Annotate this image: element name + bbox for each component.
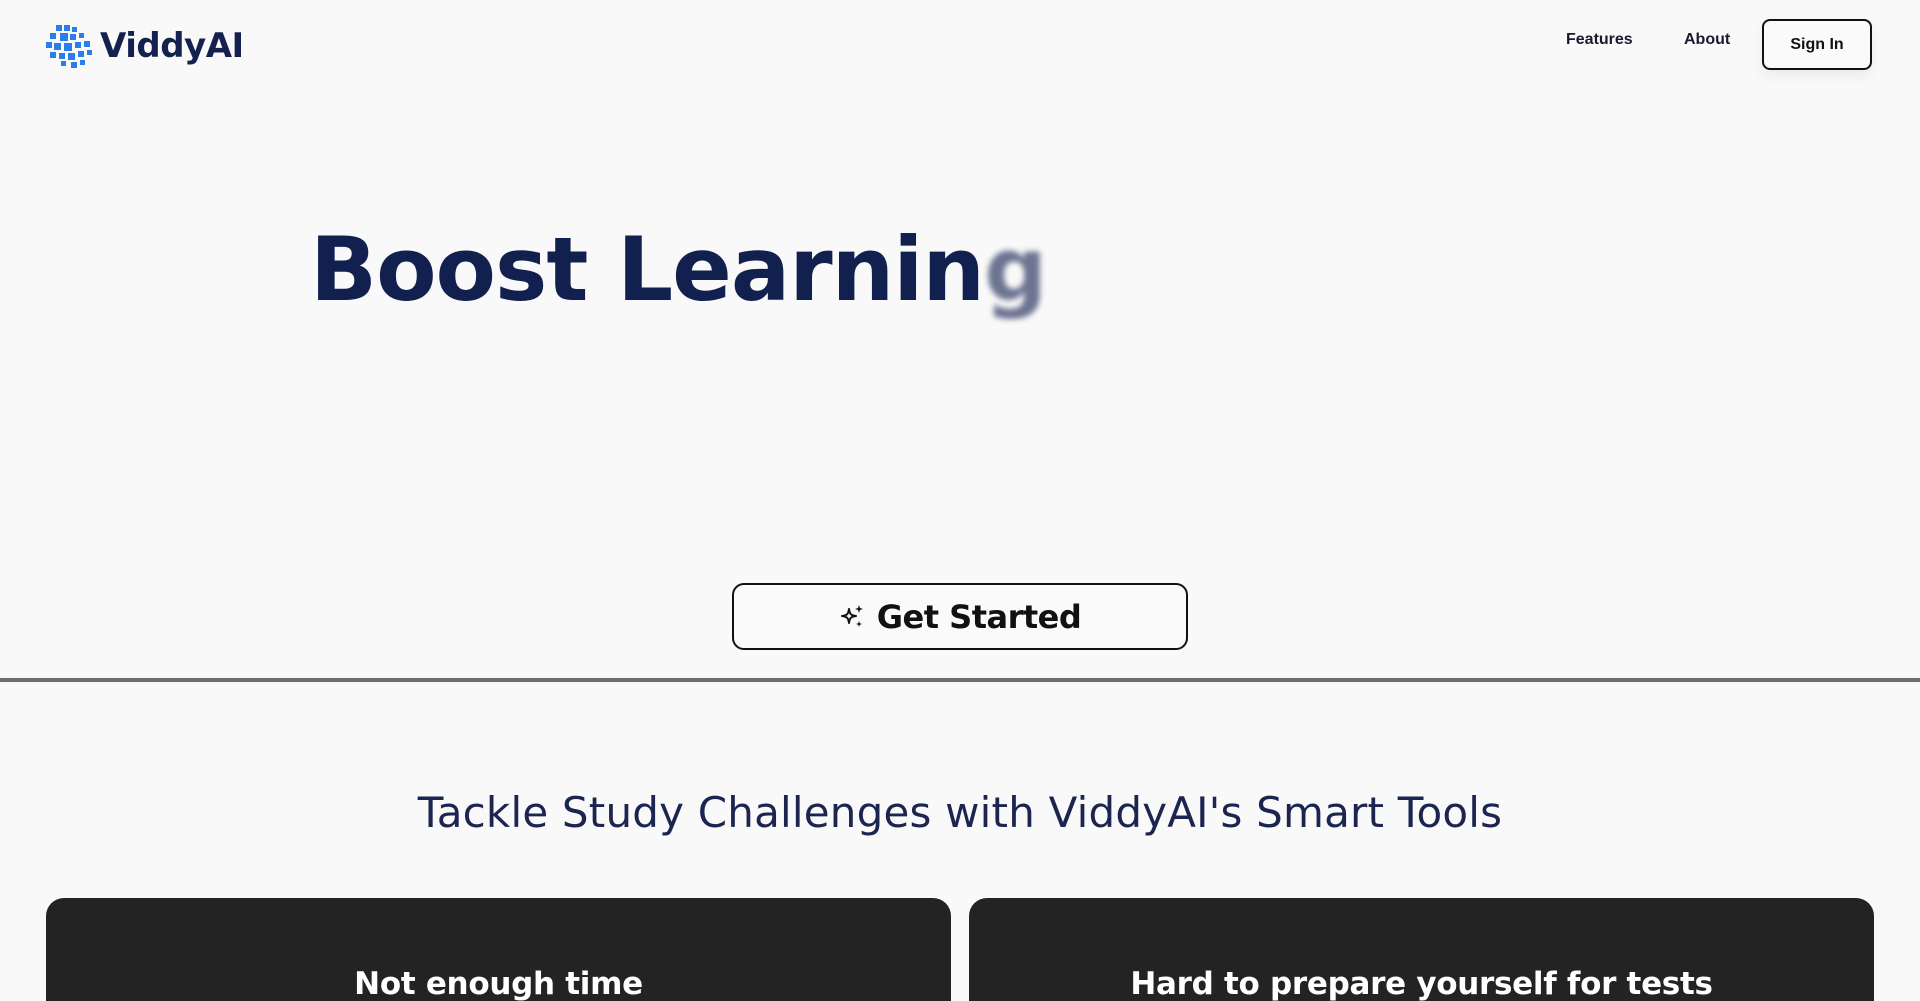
challenge-card-title: Not enough time: [354, 966, 643, 1001]
viddyai-logo-icon: [46, 25, 92, 68]
sparkles-icon: [840, 604, 863, 627]
brand-home-link[interactable]: ViddyAI: [46, 24, 244, 68]
hero-title-text: Boost Learnin: [310, 218, 985, 321]
section-divider: [0, 678, 1920, 682]
landing-page: ViddyAI Features About Sign In Boost Lea…: [0, 0, 1920, 1001]
site-header: ViddyAI Features About Sign In: [0, 0, 1920, 92]
get-started-button[interactable]: Get Started: [732, 583, 1188, 650]
hero-title-fading-char: g: [984, 218, 1047, 321]
challenge-card: Not enough time: [46, 898, 951, 1001]
sign-in-button[interactable]: Sign In: [1762, 19, 1872, 70]
nav-about-link[interactable]: About: [1684, 31, 1730, 49]
get-started-label: Get Started: [876, 597, 1082, 636]
brand-name: ViddyAI: [100, 26, 244, 66]
nav-features-link[interactable]: Features: [1566, 31, 1633, 49]
hero-title: Boost Learning: [310, 218, 1047, 321]
challenge-card: Hard to prepare yourself for tests: [969, 898, 1874, 1001]
challenge-card-title: Hard to prepare yourself for tests: [1130, 966, 1713, 1001]
challenges-heading: Tackle Study Challenges with ViddyAI's S…: [417, 788, 1503, 837]
